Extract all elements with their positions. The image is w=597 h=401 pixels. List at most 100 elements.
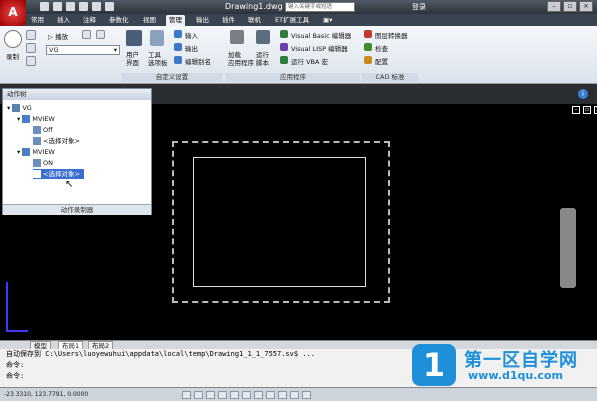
record-icon[interactable]: [4, 30, 22, 48]
vlisp-editor-button[interactable]: Visual LISP 编辑器: [291, 43, 348, 53]
user-interface-button[interactable]: 用户 界面: [126, 51, 139, 67]
panel-customize: 自定义设置: [122, 73, 222, 82]
export-button[interactable]: 输出: [185, 43, 198, 53]
minimize-button[interactable]: –: [547, 1, 561, 12]
chevron-down-icon: ▾: [113, 46, 117, 54]
app-menu-button[interactable]: A: [0, 0, 26, 26]
script-icon[interactable]: [256, 30, 270, 44]
vb-icon: [280, 30, 288, 38]
tab-annotate[interactable]: 注释: [80, 15, 99, 26]
close-button[interactable]: ×: [579, 1, 593, 12]
tab-parametric[interactable]: 参数化: [106, 15, 132, 26]
snap-icon[interactable]: [182, 391, 191, 399]
restore-icon[interactable]: ▫: [583, 106, 591, 114]
tree-select-objects-1[interactable]: <选择对象>: [33, 136, 80, 146]
plot-icon[interactable]: [105, 2, 114, 11]
layer-translator-icon: [364, 30, 372, 38]
macro-select[interactable]: VG ▾: [46, 45, 120, 55]
tool-palette-button[interactable]: 工具 选项板: [148, 51, 168, 67]
dyn-icon[interactable]: [266, 391, 275, 399]
redo-icon[interactable]: [92, 2, 101, 11]
configure-button[interactable]: 配置: [375, 56, 388, 66]
panel-cad-standards: CAD 标准: [362, 73, 418, 82]
edit-aliases-button[interactable]: 编辑别名: [185, 56, 211, 66]
request-input-icon[interactable]: [26, 56, 36, 66]
preferences-icon[interactable]: [82, 30, 91, 39]
tree-value-off[interactable]: Off: [33, 125, 53, 135]
tab-home[interactable]: 常用: [28, 15, 47, 26]
select-icon: [33, 170, 41, 178]
tab-extra[interactable]: ▣▾: [320, 15, 335, 26]
action-recorder-label: 动作录制器: [3, 204, 151, 215]
rename-icon: [174, 56, 182, 64]
window-controls: – ▫ ×: [547, 1, 593, 12]
run-vba-button[interactable]: 运行 VBA 宏: [291, 56, 328, 66]
coordinate-readout: -23.3310, 123.7791, 0.0000: [4, 391, 89, 398]
navigation-bar[interactable]: [560, 208, 576, 288]
tab-view[interactable]: 视图: [140, 15, 159, 26]
vb-editor-button[interactable]: Visual Basic 编辑器: [291, 30, 351, 40]
window-title: Drawing1.dwg: [225, 2, 283, 11]
search-input[interactable]: 键入关键字或短语: [285, 2, 355, 12]
ortho-icon[interactable]: [206, 391, 215, 399]
title-bar: Drawing1.dwg 键入关键字或短语 登录 – ▫ ×: [0, 0, 597, 14]
load-application-button[interactable]: 加载 应用程序: [228, 51, 254, 67]
tree-value-on[interactable]: ON: [33, 158, 53, 168]
insert-message-icon[interactable]: [26, 43, 36, 53]
ribbon: 录制 ▷ 播放 VG ▾ 用户 界面 工具 选项板 输入 输出 编辑别名 自定义设…: [0, 26, 597, 84]
check-button[interactable]: 检查: [375, 43, 388, 53]
record-label: 录制: [6, 53, 19, 61]
stop-icon[interactable]: [26, 30, 36, 40]
action-tree-title: 动作树: [3, 89, 151, 100]
otrack-icon[interactable]: [242, 391, 251, 399]
ducs-icon[interactable]: [254, 391, 263, 399]
viewport-frame[interactable]: [193, 157, 366, 287]
manage-macros-icon[interactable]: [96, 30, 105, 39]
sc-icon[interactable]: [302, 391, 311, 399]
undo-icon[interactable]: [79, 2, 88, 11]
tab-insert[interactable]: 插入: [54, 15, 73, 26]
polar-icon[interactable]: [218, 391, 227, 399]
import-icon: [174, 30, 182, 38]
value-icon: [33, 159, 41, 167]
lineweight-icon[interactable]: [278, 391, 287, 399]
info-icon[interactable]: i: [578, 89, 588, 99]
run-script-button[interactable]: 运行 脚本: [256, 51, 269, 67]
tree-select-objects-2[interactable]: <选择对象>: [33, 169, 84, 179]
macro-icon: [12, 104, 21, 112]
new-icon[interactable]: [40, 2, 49, 11]
open-icon[interactable]: [53, 2, 62, 11]
tab-plugins[interactable]: 插件: [219, 15, 238, 26]
tree-root[interactable]: ▾ VG: [7, 103, 32, 113]
status-bar: -23.3310, 123.7791, 0.0000: [0, 387, 597, 401]
grid-icon[interactable]: [194, 391, 203, 399]
tab-online[interactable]: 联机: [245, 15, 264, 26]
import-button[interactable]: 输入: [185, 30, 198, 40]
tool-palette-icon[interactable]: [150, 30, 164, 46]
play-button[interactable]: ▷ 播放: [48, 31, 68, 41]
export-icon: [174, 43, 182, 51]
tab-manage[interactable]: 管理: [166, 15, 185, 26]
command-icon: [22, 115, 31, 123]
cui-icon[interactable]: [126, 30, 142, 46]
gear-icon[interactable]: [230, 30, 244, 44]
vba-icon: [280, 56, 288, 64]
minimize-icon[interactable]: –: [572, 106, 580, 114]
tree-node-mview-2[interactable]: ▾ MVIEW: [17, 147, 55, 157]
check-icon: [364, 43, 372, 51]
layer-translator-button[interactable]: 图层转换器: [375, 30, 408, 40]
configure-icon: [364, 56, 372, 64]
qp-icon[interactable]: [290, 391, 299, 399]
tree-node-mview-1[interactable]: ▾ MVIEW: [17, 114, 55, 124]
osnap-icon[interactable]: [230, 391, 239, 399]
save-icon[interactable]: [66, 2, 75, 11]
cursor-icon: ↖: [65, 179, 74, 190]
tab-et-tools[interactable]: ET扩展工具: [272, 15, 312, 26]
quick-access-toolbar: [40, 2, 114, 11]
viewport-controls: – ▫ ×: [572, 106, 597, 114]
tab-output[interactable]: 输出: [193, 15, 212, 26]
maximize-button[interactable]: ▫: [563, 1, 577, 12]
command-icon: [22, 148, 31, 156]
panel-applications: 应用程序: [226, 73, 360, 82]
login-button[interactable]: 登录: [412, 2, 426, 12]
